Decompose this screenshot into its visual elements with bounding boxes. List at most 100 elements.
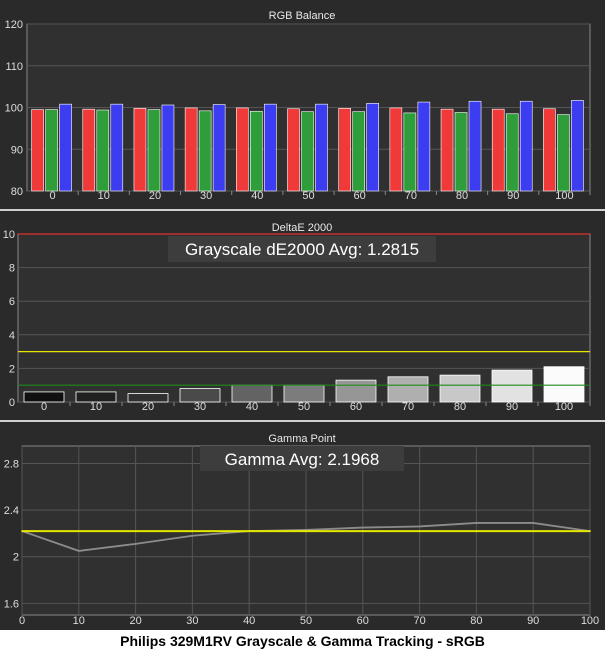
rgb-bar-red — [338, 108, 351, 192]
deltae-bar — [439, 374, 481, 403]
deltae-x-tick-label: 40 — [246, 401, 258, 413]
gamma-point-yellow — [21, 530, 23, 532]
deltae-x-tick-label: 80 — [454, 401, 466, 413]
gamma-point-gamma_line — [134, 543, 137, 545]
rgb-x-tick-label: 10 — [98, 190, 110, 202]
rgb-bar-blue — [571, 100, 584, 192]
deltae-x-tick-label: 90 — [506, 401, 518, 413]
deltae-x-tick-label: 50 — [298, 401, 310, 413]
charts-svg: RGB Balance80901001101200 10 20 30 40 50 60 70 8… — [0, 10, 605, 627]
gamma-x-tick-label: 0 — [19, 615, 25, 627]
rgb-bar-red — [31, 109, 44, 192]
deltae-bar — [335, 379, 377, 403]
deltae-bar — [543, 366, 585, 403]
deltae-x-tick-label: 70 — [402, 401, 414, 413]
rgb-x-tick-label: 60 — [354, 190, 366, 202]
gamma-x-tick-label: 60 — [357, 615, 369, 627]
rgb-bar-blue — [468, 100, 482, 192]
rgb-bar-red — [236, 107, 249, 192]
deltae-bar — [491, 369, 533, 403]
gamma-y-tick-label: 2 — [13, 552, 19, 564]
gamma-x-tick-label: 90 — [527, 615, 539, 627]
gamma-title: Gamma Point — [268, 433, 335, 445]
rgb-bar-red — [287, 108, 300, 192]
rgb-bar-green — [352, 111, 365, 192]
gamma-point-yellow — [248, 530, 250, 532]
deltae-bar — [23, 391, 65, 403]
rgb-x-tick-label: 40 — [251, 190, 263, 202]
rgb-bar-red — [82, 108, 96, 192]
deltae-x-tick-label: 20 — [142, 401, 154, 413]
rgb-bar-blue — [161, 104, 175, 192]
deltae-avg-annotation: Grayscale dE2000 Avg: 1.2815 — [185, 240, 419, 259]
gamma-point-yellow — [418, 530, 421, 532]
deltae-x-tick-label: 30 — [194, 401, 206, 413]
rgb-bar-green — [403, 112, 417, 192]
rgb-x-tick-label: 0 — [50, 190, 56, 202]
gamma-point-yellow — [532, 530, 534, 532]
rgb-x-tick-label: 100 — [555, 190, 573, 202]
figure-caption: Philips 329M1RV Grayscale & Gamma Tracki… — [0, 630, 605, 652]
rgb-y-tick-label: 80 — [11, 186, 23, 198]
gamma-x-tick-label: 30 — [186, 615, 198, 627]
rgb-bar-blue — [264, 103, 277, 192]
rgb-y-tick-label: 100 — [5, 103, 23, 115]
gamma-point-gamma_line — [418, 525, 421, 528]
deltae-y-tick-label: 8 — [9, 263, 15, 275]
rgb-bar-blue — [110, 103, 124, 192]
rgb-y-tick-label: 120 — [5, 19, 23, 31]
rgb-bar-green — [250, 110, 263, 192]
gamma-point-yellow — [134, 530, 137, 532]
gamma-x-tick-label: 100 — [581, 615, 599, 627]
rgb-bar-green — [45, 109, 58, 192]
gamma-point-gamma_line — [475, 522, 478, 524]
rgb-bar-green — [557, 114, 570, 192]
gamma-x-tick-label: 10 — [73, 615, 85, 627]
rgb-bar-red — [543, 108, 556, 192]
rgb-bar-green — [96, 109, 110, 192]
deltae-bar — [179, 388, 221, 403]
rgb-bar-red — [184, 107, 198, 192]
gamma-point-yellow — [191, 530, 194, 532]
gamma-point-gamma_line — [78, 550, 80, 552]
rgb-x-tick-label: 30 — [200, 190, 212, 202]
gamma-x-tick-label: 40 — [243, 615, 255, 627]
gamma-point-yellow — [589, 530, 591, 532]
rgb-bar-blue — [366, 103, 379, 192]
gamma-y-tick-label: 2.8 — [4, 458, 19, 470]
deltae-y-tick-label: 4 — [9, 330, 15, 342]
gamma-point-yellow — [305, 530, 307, 532]
rgb-bar-red — [133, 108, 147, 192]
gamma-point-gamma_line — [362, 526, 364, 529]
rgb-x-tick-label: 90 — [507, 190, 519, 202]
rgb-bar-green — [147, 109, 161, 192]
rgb-y-tick-label: 110 — [5, 61, 23, 73]
rgb-bar-red — [389, 107, 403, 192]
gamma-avg-annotation: Gamma Avg: 2.1968 — [225, 450, 380, 469]
deltae-x-tick-label: 100 — [555, 401, 573, 413]
deltae-x-tick-label: 10 — [90, 401, 102, 413]
chart-stage: RGB Balance 80 90 100 110 120 0 10 20 30 40 50 60 70 8… — [0, 0, 605, 652]
deltae-bar — [231, 384, 273, 403]
deltae-bar — [75, 391, 117, 403]
deltae-title: DeltaE 2000 — [272, 222, 333, 234]
gamma-y-tick-label: 2.4 — [4, 505, 19, 517]
gamma-point-gamma_line — [532, 522, 534, 524]
gamma-point-yellow — [362, 530, 364, 532]
rgb-x-tick-label: 80 — [456, 190, 468, 202]
deltae-y-tick-label: 0 — [9, 397, 15, 409]
deltae-y-tick-label: 10 — [3, 229, 15, 241]
deltae-x-tick-label: 60 — [350, 401, 362, 413]
rgb-bar-blue — [519, 100, 533, 192]
rgb-bar-green — [301, 111, 314, 192]
gamma-y-tick-label: 1.6 — [4, 598, 19, 610]
gamma-x-tick-label: 70 — [413, 615, 425, 627]
deltae-bar — [127, 393, 169, 403]
deltae-y-tick-label: 2 — [9, 363, 15, 375]
rgb-bar-blue — [59, 103, 72, 192]
rgb-x-tick-label: 50 — [302, 190, 314, 202]
gamma-point-yellow — [475, 530, 478, 532]
rgb-bar-blue — [212, 104, 226, 192]
gamma-x-tick-label: 50 — [300, 615, 312, 627]
gamma-point-gamma_line — [191, 534, 194, 537]
